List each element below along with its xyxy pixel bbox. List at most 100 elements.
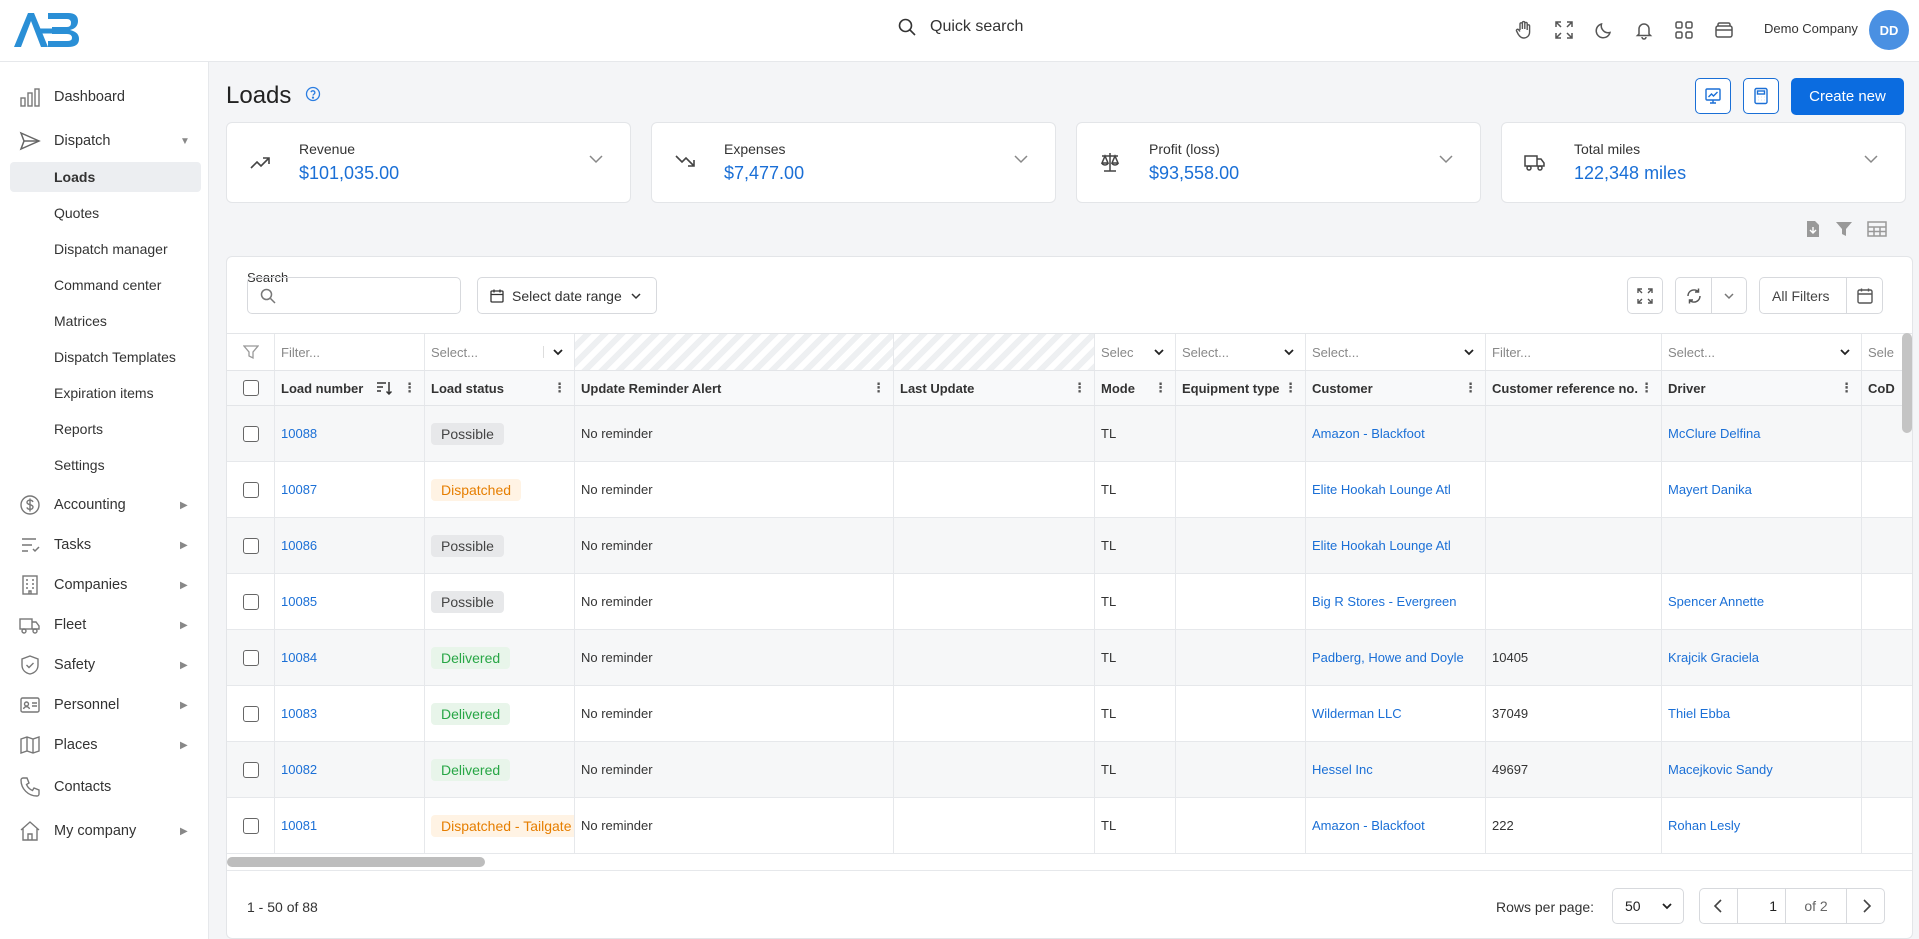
cell-driver-text[interactable]: Rohan Lesly (1668, 818, 1740, 833)
chevron-down-icon[interactable] (543, 346, 564, 358)
kpi-card-total-miles[interactable]: Total miles 122,348 miles (1501, 122, 1906, 203)
chevron-down-icon[interactable] (1153, 346, 1165, 358)
column-menu-icon[interactable]: ⋮ (872, 380, 885, 396)
filter-load-status[interactable]: Select... (425, 334, 575, 370)
sidebar-item-dispatch[interactable]: Dispatch ▼ (0, 124, 209, 158)
moon-icon[interactable] (1590, 16, 1618, 44)
sidebar-item-accounting[interactable]: Accounting ▶ (0, 488, 209, 522)
cell-driver-text[interactable]: Thiel Ebba (1668, 706, 1730, 721)
chevron-down-icon[interactable] (1712, 290, 1746, 302)
filter-driver[interactable]: Select... (1662, 334, 1862, 370)
cell-driver-text[interactable]: Mayert Danika (1668, 482, 1752, 497)
row-checkbox[interactable] (227, 630, 275, 685)
quick-search[interactable]: Quick search (898, 18, 1023, 36)
table-row[interactable]: 10087 Dispatched No reminder TL Elite Hookah… (227, 462, 1912, 518)
cell-customer-text[interactable]: Padberg, Howe and Doyle (1312, 650, 1464, 665)
filter-icon[interactable] (227, 334, 275, 370)
create-new-button[interactable]: Create new (1791, 78, 1904, 115)
row-checkbox[interactable] (227, 574, 275, 629)
search-input[interactable] (284, 292, 454, 307)
fullscreen-icon[interactable] (1550, 16, 1578, 44)
column-header-load-status[interactable]: Load status ⋮ (425, 371, 575, 405)
table-row[interactable]: 10083 Delivered No reminder TL Wilderman LLC… (227, 686, 1912, 742)
cell-load-number-text[interactable]: 10081 (281, 818, 317, 833)
chevron-down-icon[interactable] (1839, 346, 1851, 358)
cell-driver-text[interactable]: Macejkovic Sandy (1668, 762, 1773, 777)
table-row[interactable]: 10084 Delivered No reminder TL Padberg, Howe… (227, 630, 1912, 686)
column-header-last-update[interactable]: Last Update ⋮ (894, 371, 1095, 405)
sidebar-sub-item-reports[interactable]: Reports (10, 414, 201, 444)
filter-icon[interactable] (1835, 220, 1853, 238)
cell-customer-text[interactable]: Amazon - Blackfoot (1312, 818, 1425, 833)
table-settings-icon[interactable] (1867, 220, 1887, 238)
filter-customer-reference[interactable]: Filter... (1486, 334, 1662, 370)
refresh-button[interactable] (1675, 277, 1747, 314)
export-file-icon[interactable] (1805, 220, 1821, 238)
column-header-load-number[interactable]: Load number ⋮ (275, 371, 425, 405)
vertical-scrollbar[interactable] (1902, 333, 1912, 433)
sidebar-item-tasks[interactable]: Tasks ▶ (0, 528, 209, 562)
sidebar-item-safety[interactable]: Safety ▶ (0, 648, 209, 682)
select-all-checkbox[interactable] (227, 371, 275, 405)
help-icon[interactable] (305, 86, 321, 102)
sidebar-sub-item-dispatch-templates[interactable]: Dispatch Templates (10, 342, 201, 372)
cell-load-number-text[interactable]: 10083 (281, 706, 317, 721)
chevron-down-icon[interactable] (1283, 346, 1295, 358)
date-range-select[interactable]: Select date range (477, 277, 657, 314)
sidebar-item-companies[interactable]: Companies ▶ (0, 568, 209, 602)
cell-load-number-text[interactable]: 10088 (281, 426, 317, 441)
cell-load-number-text[interactable]: 10082 (281, 762, 317, 777)
rows-per-page-select[interactable]: 50 (1612, 888, 1684, 924)
search-field[interactable] (247, 277, 461, 314)
column-menu-icon[interactable]: ⋮ (1840, 380, 1853, 396)
cell-customer-text[interactable]: Hessel Inc (1312, 762, 1373, 777)
previous-page-button[interactable] (1700, 888, 1737, 924)
chevron-down-icon[interactable] (1463, 346, 1475, 358)
kpi-card-profit[interactable]: Profit (loss) $93,558.00 (1076, 122, 1481, 203)
hand-icon[interactable] (1510, 16, 1538, 44)
cell-customer-text[interactable]: Wilderman LLC (1312, 706, 1402, 721)
sidebar-sub-item-dispatch-manager[interactable]: Dispatch manager (10, 234, 201, 264)
kpi-card-expenses[interactable]: Expenses $7,477.00 (651, 122, 1056, 203)
filter-customer[interactable]: Select... (1306, 334, 1486, 370)
column-menu-icon[interactable]: ⋮ (553, 380, 566, 396)
table-row[interactable]: 10086 Possible No reminder TL Elite Hookah L… (227, 518, 1912, 574)
table-row[interactable]: 10085 Possible No reminder TL Big R Stores -… (227, 574, 1912, 630)
sidebar-sub-item-loads[interactable]: Loads (10, 162, 201, 192)
table-row[interactable]: 10088 Possible No reminder TL Amazon - Black… (227, 406, 1912, 462)
cell-driver-text[interactable]: Krajcik Graciela (1668, 650, 1759, 665)
wallet-icon[interactable] (1710, 16, 1738, 44)
column-menu-icon[interactable]: ⋮ (1284, 380, 1297, 396)
column-menu-icon[interactable]: ⋮ (1640, 380, 1653, 396)
cell-customer-text[interactable]: Big R Stores - Evergreen (1312, 594, 1457, 609)
cell-customer-text[interactable]: Amazon - Blackfoot (1312, 426, 1425, 441)
column-header-customer[interactable]: Customer ⋮ (1306, 371, 1486, 405)
cell-load-number-text[interactable]: 10085 (281, 594, 317, 609)
sidebar-sub-item-matrices[interactable]: Matrices (10, 306, 201, 336)
cell-load-number-text[interactable]: 10086 (281, 538, 317, 553)
chevron-down-icon[interactable] (1013, 151, 1029, 167)
sort-icon[interactable] (376, 381, 392, 395)
row-checkbox[interactable] (227, 798, 275, 853)
sidebar-item-fleet[interactable]: Fleet ▶ (0, 608, 209, 642)
row-checkbox[interactable] (227, 686, 275, 741)
sidebar-item-personnel[interactable]: Personnel ▶ (0, 688, 209, 722)
avatar[interactable]: DD (1869, 10, 1909, 50)
row-checkbox[interactable] (227, 742, 275, 797)
sidebar-item-dashboard[interactable]: Dashboard (0, 80, 209, 114)
analytics-button[interactable] (1695, 78, 1731, 114)
sidebar-sub-item-quotes[interactable]: Quotes (10, 198, 201, 228)
horizontal-scrollbar[interactable] (227, 855, 1912, 867)
table-row[interactable]: 10082 Delivered No reminder TL Hessel Inc 496… (227, 742, 1912, 798)
app-logo[interactable] (12, 9, 80, 51)
sidebar-item-places[interactable]: Places ▶ (0, 728, 209, 762)
apps-grid-icon[interactable] (1670, 16, 1698, 44)
sidebar-item-contacts[interactable]: Contacts (0, 770, 209, 804)
cell-load-number-text[interactable]: 10087 (281, 482, 317, 497)
column-menu-icon[interactable]: ⋮ (1073, 380, 1086, 396)
chevron-down-icon[interactable] (588, 151, 604, 167)
filter-equipment-type[interactable]: Select... (1176, 334, 1306, 370)
column-menu-icon[interactable]: ⋮ (1464, 380, 1477, 396)
column-menu-icon[interactable]: ⋮ (1154, 380, 1167, 396)
cell-customer-text[interactable]: Elite Hookah Lounge Atl (1312, 482, 1451, 497)
